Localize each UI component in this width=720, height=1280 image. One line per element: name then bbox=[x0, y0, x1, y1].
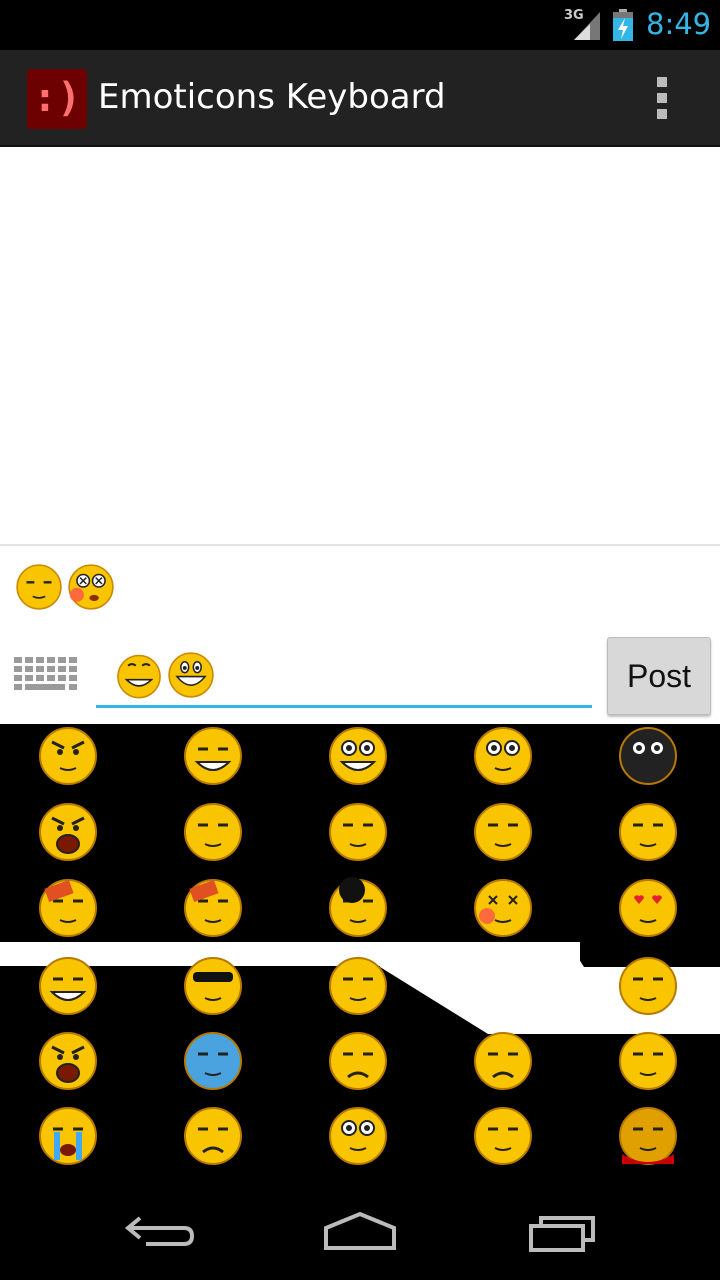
signal-icon bbox=[574, 12, 600, 40]
battery-icon bbox=[613, 9, 633, 41]
sleepy-emoticon[interactable] bbox=[616, 800, 680, 864]
back-icon[interactable] bbox=[110, 1200, 210, 1260]
message-input[interactable] bbox=[96, 644, 592, 708]
bomb-emoticon[interactable] bbox=[326, 876, 390, 940]
dizzy-emoticon bbox=[68, 564, 114, 610]
more-vert-icon[interactable] bbox=[655, 77, 669, 119]
shocked-emoticon[interactable] bbox=[471, 724, 535, 788]
crying-emoticon[interactable] bbox=[36, 1104, 100, 1168]
cool-emoticon[interactable] bbox=[181, 954, 245, 1018]
happy-emoticon bbox=[117, 654, 161, 698]
teeth-emoticon[interactable] bbox=[36, 954, 100, 1018]
frown-emoticon[interactable] bbox=[181, 1104, 245, 1168]
bandaged-emoticon[interactable] bbox=[181, 876, 245, 940]
bleeding-emoticon[interactable] bbox=[616, 1104, 680, 1168]
furious-emoticon[interactable] bbox=[36, 1029, 100, 1093]
navigation-bar bbox=[0, 1180, 720, 1280]
bored-emoticon[interactable] bbox=[181, 800, 245, 864]
emoticon-panel bbox=[0, 724, 720, 1180]
keyboard-icon[interactable] bbox=[12, 655, 78, 695]
question-emoticon[interactable] bbox=[616, 954, 680, 1018]
smirk-emoticon[interactable] bbox=[181, 724, 245, 788]
confused-emoticon[interactable] bbox=[326, 800, 390, 864]
dark-emoticon[interactable] bbox=[616, 724, 680, 788]
message-list bbox=[0, 147, 720, 546]
drooling-emoticon[interactable] bbox=[326, 1104, 390, 1168]
sleepy-emoticon bbox=[16, 564, 62, 610]
status-bar: 3G 8:49 bbox=[0, 0, 720, 50]
clock: 8:49 bbox=[646, 7, 712, 41]
worried-emoticon[interactable] bbox=[471, 1029, 535, 1093]
post-button[interactable]: Post bbox=[607, 637, 711, 715]
home-icon[interactable] bbox=[310, 1200, 410, 1260]
shout-emoticon[interactable] bbox=[36, 800, 100, 864]
recent-apps-icon[interactable] bbox=[513, 1200, 613, 1260]
text-emoticon[interactable] bbox=[616, 1029, 680, 1093]
mustache-emoticon[interactable] bbox=[326, 1029, 390, 1093]
cold-emoticon[interactable] bbox=[181, 1029, 245, 1093]
shy-emoticon[interactable] bbox=[471, 1104, 535, 1168]
hit-emoticon[interactable] bbox=[36, 876, 100, 940]
app-title: Emoticons Keyboard bbox=[98, 77, 446, 117]
action-bar: :) Emoticons Keyboard bbox=[0, 50, 720, 147]
dizzy-emoticon[interactable] bbox=[471, 876, 535, 940]
app-icon[interactable]: :) bbox=[27, 69, 87, 129]
angry-emoticon[interactable] bbox=[36, 724, 100, 788]
grin-emoticon bbox=[168, 651, 214, 698]
vomit-emoticon[interactable] bbox=[471, 800, 535, 864]
big-grin-emoticon[interactable] bbox=[326, 724, 390, 788]
pleading-emoticon[interactable] bbox=[326, 954, 390, 1018]
preview-row bbox=[14, 562, 116, 616]
in-love-emoticon[interactable] bbox=[616, 876, 680, 940]
